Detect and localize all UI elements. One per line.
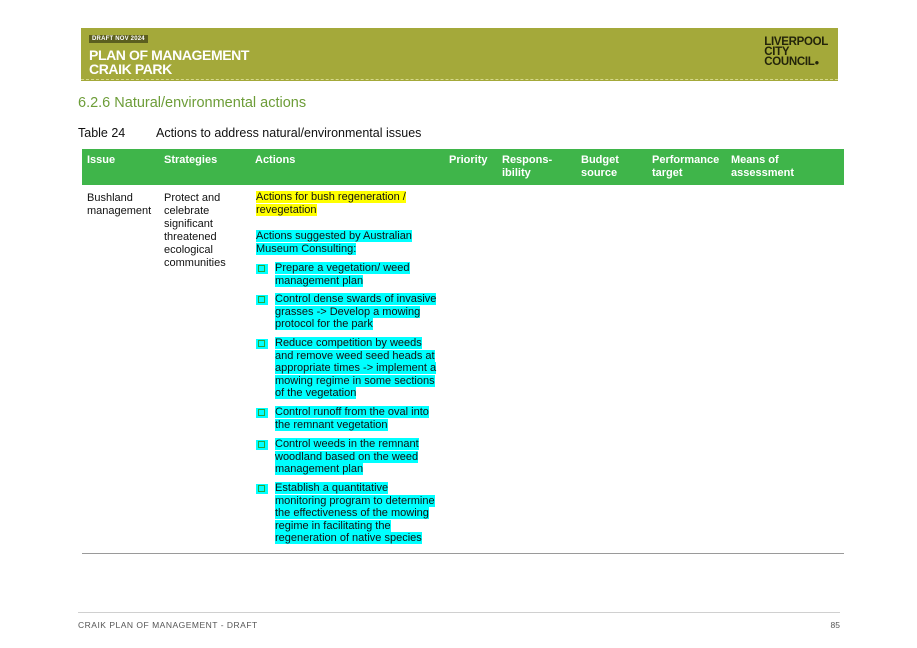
column-header-performance-target: Performance target xyxy=(652,154,720,179)
column-header-actions: Actions xyxy=(255,154,296,166)
logo-line-3: COUNCIL● xyxy=(764,56,820,68)
strategies-cell: Protect and celebrate significant threat… xyxy=(164,192,226,269)
action-item: Reduce competition by weeds and remove w… xyxy=(256,337,438,400)
action-item: Control weeds in the remnant woodland ba… xyxy=(256,438,438,476)
footer-divider xyxy=(78,612,840,613)
column-header-means-of-assessment: Means of assessment xyxy=(731,154,794,179)
action-item: Establish a quantitative monitoring prog… xyxy=(256,482,438,545)
council-logo: LIVERPOOL CITY COUNCIL● xyxy=(764,36,828,68)
checkbox-bullet-icon xyxy=(256,408,268,418)
footer-title: CRAIK PLAN OF MANAGEMENT - DRAFT xyxy=(78,620,258,630)
table-caption: Table 24 Actions to address natural/envir… xyxy=(78,126,421,140)
section-title: 6.2.6 Natural/environmental actions xyxy=(78,95,307,111)
table-header: Issue Strategies Actions Priority Respon… xyxy=(82,149,844,185)
checkbox-bullet-icon xyxy=(256,440,268,450)
action-item: Control dense swards of invasive grasses… xyxy=(256,293,438,331)
header-banner: DRAFT NOV 2024 PLAN OF MANAGEMENT CRAIK … xyxy=(81,28,838,81)
page-number: 85 xyxy=(830,620,840,630)
issue-cell: Bushland management xyxy=(87,192,152,217)
action-item: Control runoff from the oval into the re… xyxy=(256,406,438,431)
table-bottom-border xyxy=(82,553,844,554)
checkbox-bullet-icon xyxy=(256,484,268,494)
checkbox-bullet-icon xyxy=(256,264,268,274)
checkbox-bullet-icon xyxy=(256,295,268,305)
column-header-responsibility: Respons- ibility xyxy=(502,154,553,179)
table-caption-text: Actions to address natural/environmental… xyxy=(156,126,422,140)
actions-heading: Actions for bush regeneration / revegeta… xyxy=(256,191,406,216)
banner-divider xyxy=(81,79,838,80)
column-header-budget-source: Budget source xyxy=(581,154,619,179)
column-header-issue: Issue xyxy=(87,154,116,166)
action-item: Prepare a vegetation/ weed management pl… xyxy=(256,262,438,287)
actions-subheading: Actions suggested by Australian Museum C… xyxy=(256,230,412,255)
draft-badge: DRAFT NOV 2024 xyxy=(89,35,148,43)
checkbox-bullet-icon xyxy=(256,339,268,349)
column-header-strategies: Strategies xyxy=(164,154,218,166)
column-header-priority: Priority xyxy=(449,154,488,166)
document-subtitle: CRAIK PARK xyxy=(89,61,172,77)
table-number: Table 24 xyxy=(78,126,126,140)
